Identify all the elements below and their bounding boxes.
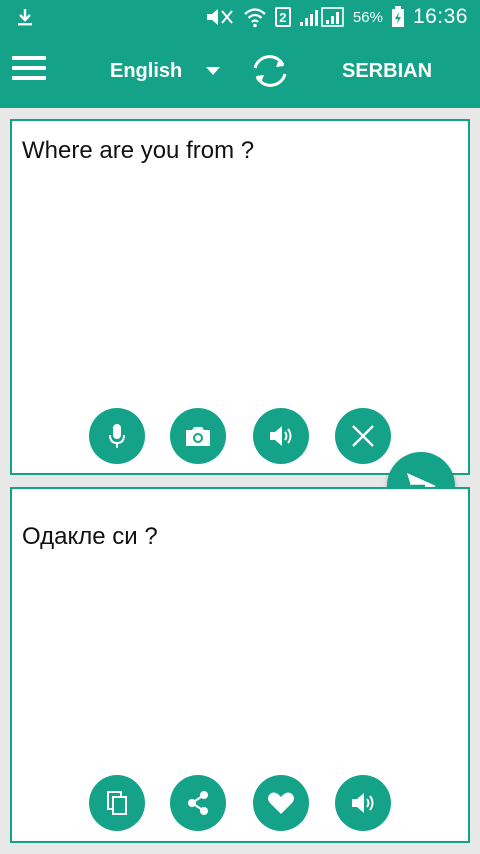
clock: 16:36 bbox=[412, 5, 468, 28]
input-text[interactable]: Where are you from ? bbox=[22, 137, 458, 165]
share-icon bbox=[188, 791, 208, 815]
speaker-icon bbox=[352, 793, 374, 813]
mute-icon bbox=[206, 9, 233, 25]
battery-percent: 56% bbox=[352, 8, 383, 26]
battery-icon bbox=[391, 6, 404, 27]
microphone-icon bbox=[109, 424, 125, 448]
sim-icon: 2 bbox=[274, 7, 291, 27]
target-language-selector[interactable]: SERBIAN bbox=[342, 60, 432, 83]
dropdown-arrow-icon[interactable] bbox=[206, 67, 220, 75]
favorite-button[interactable] bbox=[253, 775, 309, 831]
status-bar: 2 56% 16:36 bbox=[0, 0, 480, 34]
speaker-icon bbox=[270, 426, 292, 446]
copy-icon bbox=[107, 791, 127, 815]
clear-button[interactable] bbox=[335, 408, 391, 464]
output-panel: Одакле си ? bbox=[10, 487, 470, 843]
source-language-selector[interactable]: English bbox=[110, 60, 182, 83]
share-button[interactable] bbox=[170, 775, 226, 831]
copy-button[interactable] bbox=[89, 775, 145, 831]
camera-button[interactable] bbox=[170, 408, 226, 464]
speak-input-button[interactable] bbox=[253, 408, 309, 464]
wifi-icon bbox=[244, 8, 266, 28]
output-text: Одакле си ? bbox=[22, 523, 158, 550]
speak-output-button[interactable] bbox=[335, 775, 391, 831]
download-icon bbox=[18, 9, 32, 26]
input-panel: Where are you from ? bbox=[10, 119, 470, 475]
camera-icon bbox=[186, 427, 210, 446]
swap-languages-icon[interactable] bbox=[246, 51, 294, 91]
app-bar: English SERBIAN bbox=[0, 34, 480, 108]
signal-icon bbox=[299, 7, 344, 27]
favorite-icon bbox=[268, 792, 294, 814]
clear-icon bbox=[352, 425, 374, 447]
menu-icon[interactable] bbox=[12, 56, 46, 86]
microphone-button[interactable] bbox=[89, 408, 145, 464]
